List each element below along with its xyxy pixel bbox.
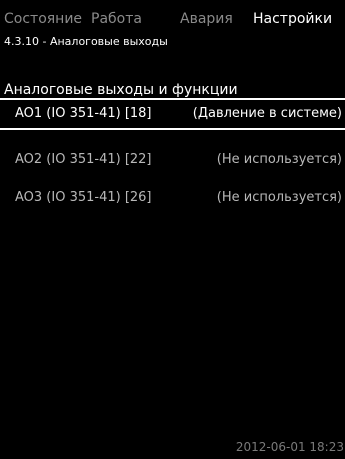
list-item-ao2[interactable]: AO2 (IO 351-41) [22] (Не используется)	[0, 144, 345, 176]
section-header: Аналоговые выходы и функции	[4, 82, 238, 98]
output-name: AO3 (IO 351-41) [26]	[15, 190, 152, 205]
list-item-ao3[interactable]: AO3 (IO 351-41) [26] (Не используется)	[0, 182, 345, 214]
output-function: (Не используется)	[216, 190, 342, 205]
output-name: AO2 (IO 351-41) [22]	[15, 152, 152, 167]
menu-path: 4.3.10 - Аналоговые выходы	[4, 35, 168, 48]
top-tab-bar: Состояние Работа Авария Настройки	[4, 9, 345, 29]
tab-alarm[interactable]: Авария	[180, 9, 233, 29]
tab-operation[interactable]: Работа	[91, 9, 142, 29]
tab-status[interactable]: Состояние	[4, 9, 82, 29]
list-item-ao1[interactable]: AO1 (IO 351-41) [18] (Давление в системе…	[0, 98, 345, 130]
output-name: AO1 (IO 351-41) [18]	[15, 106, 152, 121]
tab-settings[interactable]: Настройки	[253, 9, 332, 29]
status-datetime: 2012-06-01 18:23	[235, 440, 344, 454]
output-function: (Не используется)	[216, 152, 342, 167]
output-function: (Давление в системе)	[192, 106, 342, 121]
